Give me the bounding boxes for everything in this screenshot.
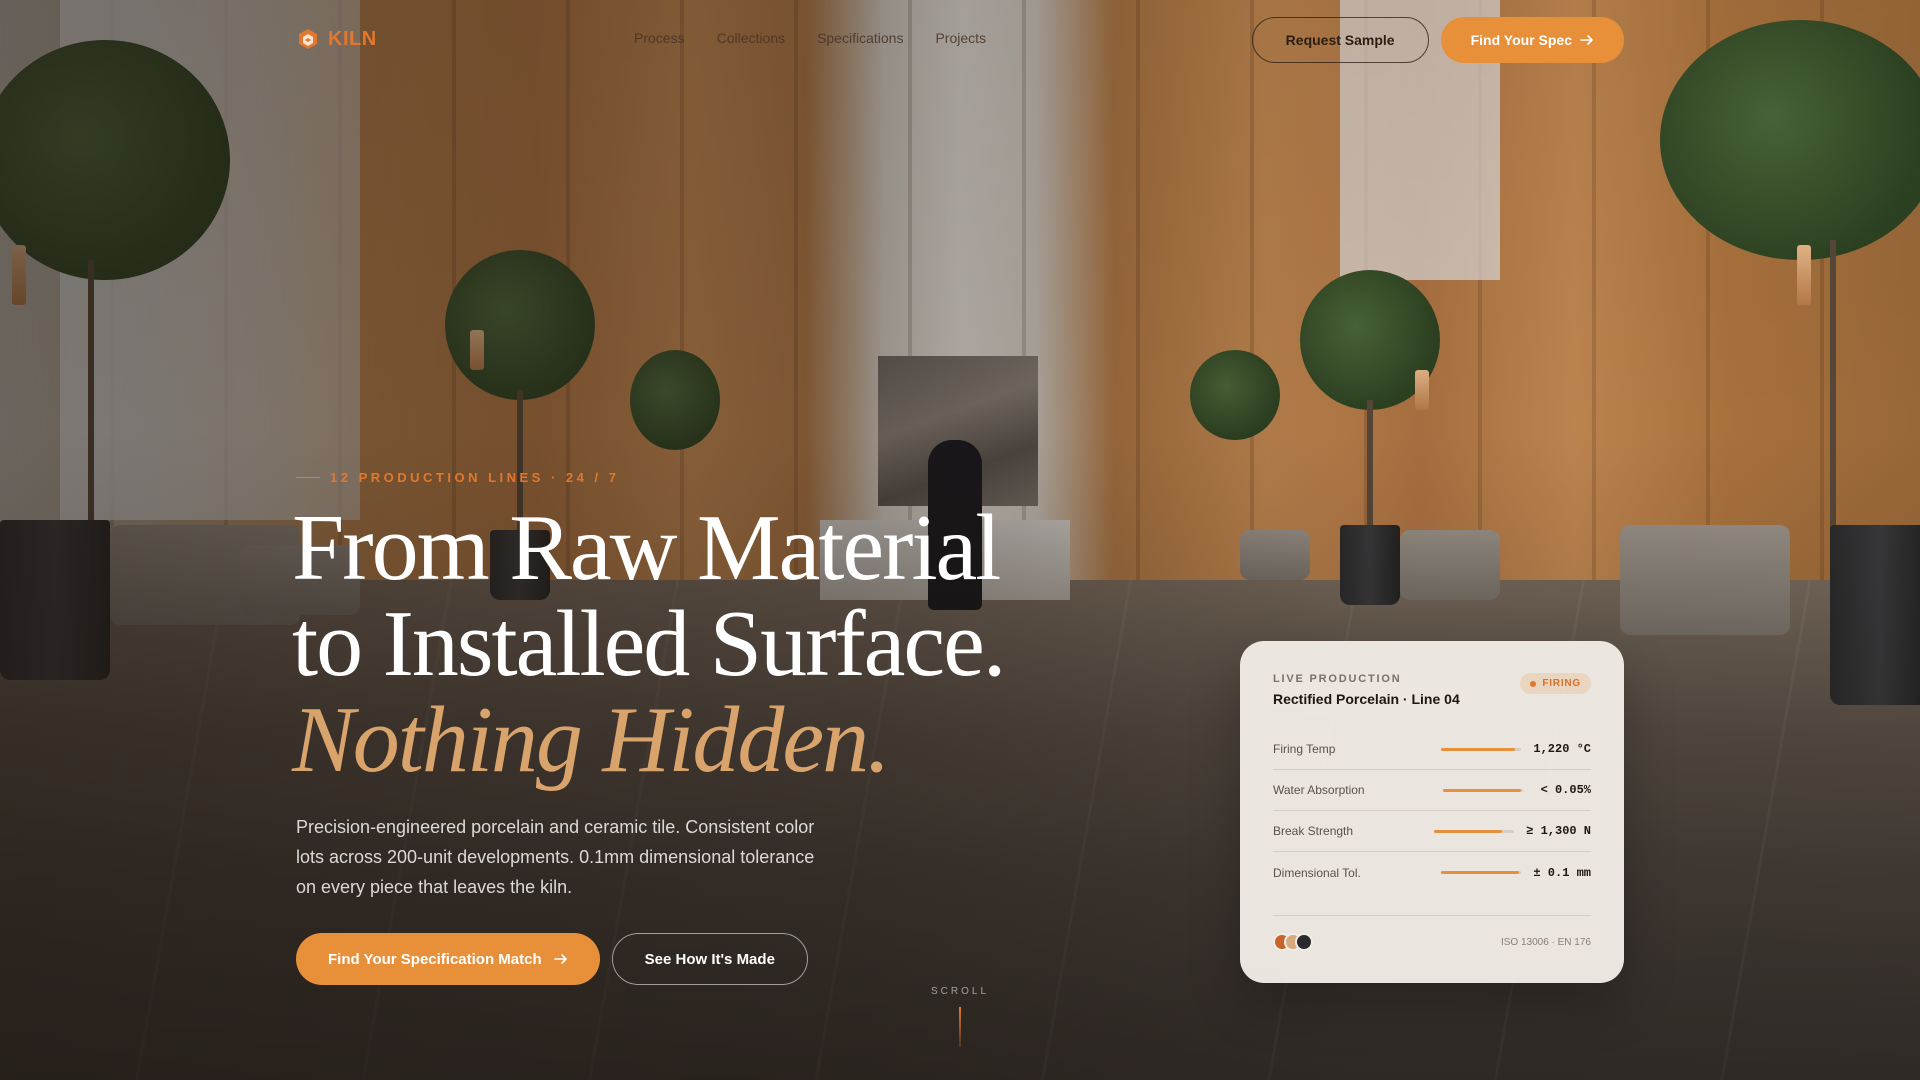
nav-actions: Request Sample Find Your Spec bbox=[1251, 17, 1624, 63]
metric-bar bbox=[1441, 747, 1522, 751]
metric-bar-fill bbox=[1441, 747, 1515, 751]
metric-row: Water Absorption < 0.05% bbox=[1273, 770, 1591, 811]
find-specification-match-button[interactable]: Find Your Specification Match bbox=[296, 933, 600, 985]
headline-line-1: From Raw Material bbox=[292, 496, 1001, 600]
card-footer: ISO 13006 · EN 176 bbox=[1273, 915, 1591, 951]
nav-link-specifications[interactable]: Specifications bbox=[817, 30, 903, 46]
metrics-list: Firing Temp 1,220 °C Water Absorption < … bbox=[1273, 729, 1591, 893]
find-your-spec-label: Find Your Spec bbox=[1470, 32, 1572, 48]
brand-logo[interactable]: KILN bbox=[296, 27, 377, 51]
nav-links: Process Collections Specifications Proje… bbox=[634, 30, 986, 46]
status-text: FIRING bbox=[1542, 678, 1581, 689]
metric-bar-fill bbox=[1443, 788, 1522, 792]
find-your-spec-button[interactable]: Find Your Spec bbox=[1440, 17, 1624, 63]
status-dot-icon bbox=[1530, 680, 1537, 687]
metric-bar-fill bbox=[1434, 829, 1503, 833]
hero-subcopy: Precision-engineered porcelain and ceram… bbox=[296, 817, 815, 897]
see-how-its-made-button[interactable]: See How It's Made bbox=[611, 933, 808, 985]
metric-row: Dimensional Tol. ± 0.1 mm bbox=[1273, 852, 1591, 893]
metric-value: ≥ 1,300 N bbox=[1526, 824, 1591, 838]
metric-value: 1,220 °C bbox=[1533, 742, 1591, 756]
metric-row: Firing Temp 1,220 °C bbox=[1273, 729, 1591, 770]
nav-link-process[interactable]: Process bbox=[634, 30, 685, 46]
brand-name: KILN bbox=[328, 27, 377, 50]
metric-value: ± 0.1 mm bbox=[1533, 865, 1591, 880]
scroll-indicator[interactable]: SCROLL bbox=[930, 986, 990, 1047]
color-swatches bbox=[1273, 933, 1313, 951]
metric-bar-fill bbox=[1441, 871, 1519, 874]
eyebrow-rule bbox=[296, 476, 320, 479]
live-production-card: LIVE PRODUCTION Rectified Porcelain · Li… bbox=[1240, 641, 1624, 983]
eyebrow-text: 12 PRODUCTION LINES · 24 / 7 bbox=[330, 470, 620, 485]
scroll-label: SCROLL bbox=[930, 986, 989, 997]
top-nav: KILN Process Collections Specifications … bbox=[0, 0, 1920, 80]
metric-row: Break Strength ≥ 1,300 N bbox=[1273, 811, 1591, 852]
hero-eyebrow: 12 PRODUCTION LINES · 24 / 7 bbox=[296, 470, 619, 485]
metric-value: < 0.05% bbox=[1540, 783, 1591, 797]
status-badge: FIRING bbox=[1520, 673, 1591, 694]
metric-label: Dimensional Tol. bbox=[1273, 865, 1361, 880]
metric-bar bbox=[1441, 871, 1522, 874]
hero-headline: From Raw Material to Installed Surface. … bbox=[292, 500, 1192, 788]
arrow-right-icon bbox=[1580, 35, 1593, 45]
card-header: LIVE PRODUCTION Rectified Porcelain · Li… bbox=[1273, 673, 1591, 707]
color-swatch[interactable] bbox=[1295, 933, 1313, 951]
metric-label: Break Strength bbox=[1273, 824, 1354, 838]
request-sample-button[interactable]: Request Sample bbox=[1251, 17, 1429, 63]
card-title: Rectified Porcelain · Line 04 bbox=[1273, 691, 1460, 707]
metric-bar bbox=[1434, 829, 1515, 833]
nav-link-collections[interactable]: Collections bbox=[717, 30, 785, 46]
kiln-logo-icon bbox=[299, 29, 317, 49]
find-specification-match-label: Find Your Specification Match bbox=[328, 950, 542, 968]
card-kicker: LIVE PRODUCTION bbox=[1273, 673, 1402, 685]
metric-bar bbox=[1443, 788, 1523, 792]
certification-text: ISO 13006 · EN 176 bbox=[1500, 936, 1591, 948]
metric-label: Firing Temp bbox=[1273, 742, 1336, 756]
headline-line-2: to Installed Surface. bbox=[292, 592, 1006, 696]
metric-label: Water Absorption bbox=[1273, 783, 1365, 797]
headline-accent: Nothing Hidden. bbox=[292, 688, 891, 792]
nav-link-projects[interactable]: Projects bbox=[935, 30, 986, 46]
hero-cta-group: Find Your Specification Match See How It… bbox=[296, 933, 808, 985]
arrow-right-icon bbox=[553, 954, 567, 964]
scroll-line bbox=[959, 1007, 961, 1047]
